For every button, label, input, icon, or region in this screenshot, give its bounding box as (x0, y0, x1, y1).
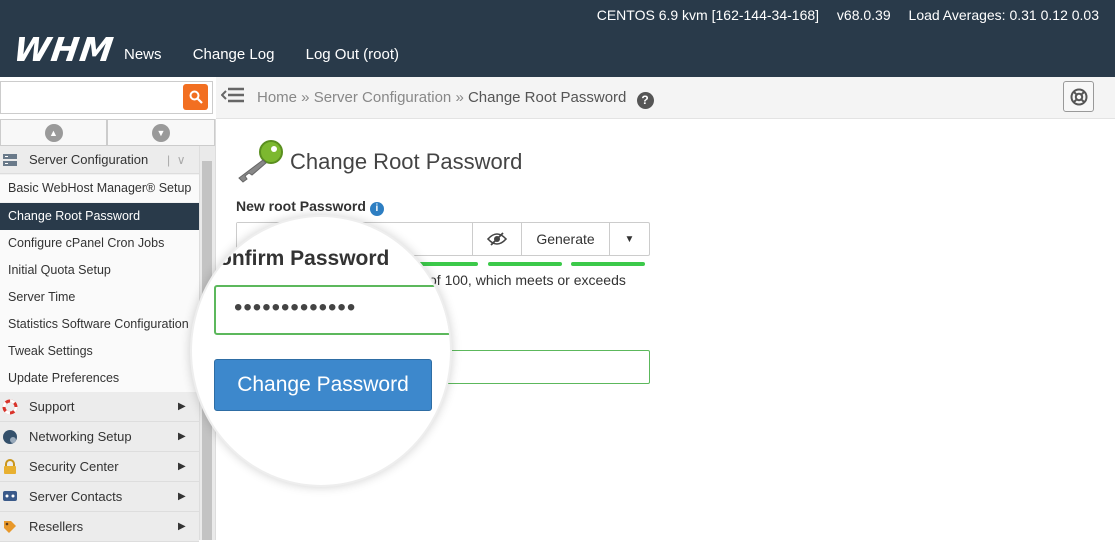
search-icon (189, 90, 203, 104)
sidebar-item-tweak-settings[interactable]: Tweak Settings (0, 338, 199, 365)
whm-logo[interactable]: WHM (11, 30, 116, 69)
chevron-right-icon: ▶ (178, 431, 186, 442)
sidebar-section-networking[interactable]: Networking Setup ▶ (0, 422, 199, 452)
help-icon[interactable]: ? (636, 92, 654, 109)
breadcrumb-current: Change Root Password (467, 89, 627, 106)
sidebar-scroll-up-button[interactable]: ▲ (0, 119, 107, 146)
breadcrumb: Home » Server Configuration » Change Roo… (257, 89, 654, 109)
sidebar: ▲ ▼ Server Configuration | ∨ Basic WebHo… (0, 119, 216, 542)
sidebar-section-label: Networking Setup (29, 429, 132, 444)
search-input[interactable] (0, 81, 213, 114)
chevron-right-icon: ▶ (178, 491, 186, 502)
confirm-password-label: onfirm Password (219, 247, 390, 270)
sidebar-item-cron-jobs[interactable]: Configure cPanel Cron Jobs (0, 230, 199, 257)
tag-icon (4, 520, 16, 533)
new-password-label-text: New root Password (236, 198, 366, 214)
strength-meter-segment (571, 262, 645, 266)
breadcrumb-section[interactable]: Server Configuration » (314, 89, 464, 106)
support-lifebuoy-button[interactable] (1063, 81, 1094, 112)
top-bar: WHM News Change Log Log Out (root) CENTO… (0, 0, 1115, 77)
contacts-icon (3, 490, 17, 501)
sidebar-item-basic-setup[interactable]: Basic WebHost Manager® Setup (0, 175, 199, 202)
top-nav: News Change Log Log Out (root) (124, 46, 426, 63)
key-icon (238, 140, 283, 183)
sidebar-section-server-contacts[interactable]: Server Contacts ▶ (0, 482, 199, 512)
generate-button[interactable]: Generate (521, 223, 609, 255)
chevron-down-icon: ▼ (152, 123, 170, 142)
caret-down-icon: ▼ (624, 233, 635, 245)
lifebuoy-icon (2, 399, 18, 414)
info-icon[interactable]: i (369, 202, 384, 216)
page-title: Change Root Password (290, 149, 523, 174)
menu-toggle-icon[interactable] (220, 86, 245, 112)
search-button[interactable] (183, 84, 208, 110)
lifebuoy-icon (1070, 88, 1087, 105)
sidebar-scroll-down-button[interactable]: ▼ (107, 119, 215, 146)
chevron-down-icon[interactable]: | ∨ (167, 153, 186, 167)
sidebar-item-statistics[interactable]: Statistics Software Configuration (0, 311, 199, 338)
chevron-right-icon: ▶ (178, 521, 186, 532)
confirm-password-field-zoomed[interactable]: ••••••••••••• (214, 285, 450, 335)
nav-logout[interactable]: Log Out (root) (306, 46, 399, 63)
sidebar-section-support[interactable]: Support ▶ (0, 392, 199, 422)
sidebar-section-label: Server Configuration (29, 152, 149, 167)
sidebar-section-security[interactable]: Security Center ▶ (0, 452, 199, 482)
globe-icon (3, 429, 17, 444)
load-averages: Load Averages: 0.31 0.12 0.03 (908, 7, 1099, 23)
sidebar-section-label: Security Center (29, 459, 119, 474)
chevron-up-icon: ▲ (44, 123, 63, 142)
sidebar-section-resellers[interactable]: Resellers ▶ (0, 512, 199, 542)
sidebar-section-server-configuration[interactable]: Server Configuration | ∨ (0, 146, 199, 174)
strength-meter-segment (488, 262, 562, 266)
sidebar-section-label: Support (29, 399, 75, 414)
toggle-visibility-button[interactable] (472, 223, 521, 255)
sidebar-section-label: Server Contacts (29, 489, 123, 504)
sidebar-item-update-preferences[interactable]: Update Preferences (0, 365, 199, 392)
breadcrumb-home[interactable]: Home » (257, 89, 310, 106)
generate-options-dropdown[interactable]: ▼ (609, 223, 649, 255)
sidebar-section-label: Resellers (29, 519, 84, 534)
sidebar-item-change-root-password[interactable]: Change Root Password (0, 203, 199, 230)
chevron-right-icon: ▶ (178, 461, 186, 472)
version-info: v68.0.39 (836, 7, 891, 23)
strength-text: of 100, which meets or exceeds (429, 272, 626, 288)
nav-change-log[interactable]: Change Log (193, 46, 275, 63)
system-info: CENTOS 6.9 kvm [162-144-34-168] v68.0.39… (583, 7, 1099, 23)
server-icon (3, 153, 17, 166)
eye-slash-icon (487, 232, 507, 246)
change-password-button[interactable]: Change Password (214, 359, 432, 411)
host-info: CENTOS 6.9 kvm [162-144-34-168] (596, 7, 820, 23)
magnifier-callout: onfirm Password ••••••••••••• Change Pas… (190, 215, 452, 487)
sidebar-item-quota-setup[interactable]: Initial Quota Setup (0, 257, 199, 284)
chevron-right-icon: ▶ (178, 401, 186, 412)
sidebar-item-server-time[interactable]: Server Time (0, 284, 199, 311)
lock-icon (4, 458, 16, 474)
nav-news[interactable]: News (124, 46, 162, 63)
new-password-label: New root Password i (236, 198, 384, 216)
